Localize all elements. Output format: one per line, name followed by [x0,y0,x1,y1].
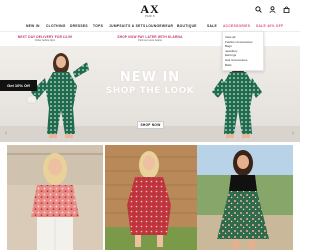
site-header: AX PARIS [0,0,300,21]
carousel-prev-icon[interactable]: ‹ [2,130,10,138]
nav-item-tops[interactable]: TOPS [93,24,103,28]
user-icon[interactable] [269,6,276,13]
nav-item-dresses[interactable]: DRESSES [70,24,88,28]
promo-klarna[interactable]: SHOP NOW PAY LATER WITH KLARNA Find out … [112,33,188,44]
promo-subtitle: Order before 4pm [34,39,56,42]
product-card-3[interactable] [197,145,293,250]
discount-tab[interactable]: Get 10% Off [0,80,37,91]
carousel-next-icon[interactable]: › [289,130,297,138]
product-image-3 [197,145,293,250]
nav-item-boutique[interactable]: BOUTIQUE [177,24,197,28]
product-image-1 [7,145,103,250]
hero-title: NEW IN [119,70,181,85]
nav-item-sale[interactable]: SALE [207,24,217,28]
shop-now-button[interactable]: SHOP NOW [137,121,164,129]
search-icon[interactable] [255,6,262,13]
hero-subtitle: SHOP THE LOOK [105,86,195,96]
nav-item-accessories[interactable]: ACCESSORIES [223,24,250,28]
product-card-1[interactable] [7,145,103,250]
header-icons [255,6,290,14]
nav-item-sale-40-off[interactable]: SALE 40% OFF [256,24,283,28]
logo-mark: AX [140,2,160,16]
hero-model-left [26,53,89,138]
dropdown-item-belts[interactable]: Belts [225,63,261,68]
nav-item-new-in[interactable]: NEW IN [26,24,40,28]
nav-item-jumpsuits-sets[interactable]: JUMPSUITS & SETS [109,24,146,28]
nav-item-clothing[interactable]: CLOTHING [46,24,66,28]
promo-subtitle: Find out more below [138,39,162,42]
logo[interactable]: AX PARIS [132,3,168,19]
promo-delivery[interactable]: NEXT DAY DELIVERY FOR £4.99 Order before… [10,33,80,44]
product-image-2 [105,145,201,250]
logo-subtitle: PARIS [145,15,155,18]
product-card-2[interactable] [105,145,201,250]
bag-icon[interactable] [283,6,290,13]
accessories-dropdown: View all Fashion Accessories Bags Jewell… [222,31,264,71]
nav-item-loungewear[interactable]: LOUNGEWEAR [146,24,173,28]
